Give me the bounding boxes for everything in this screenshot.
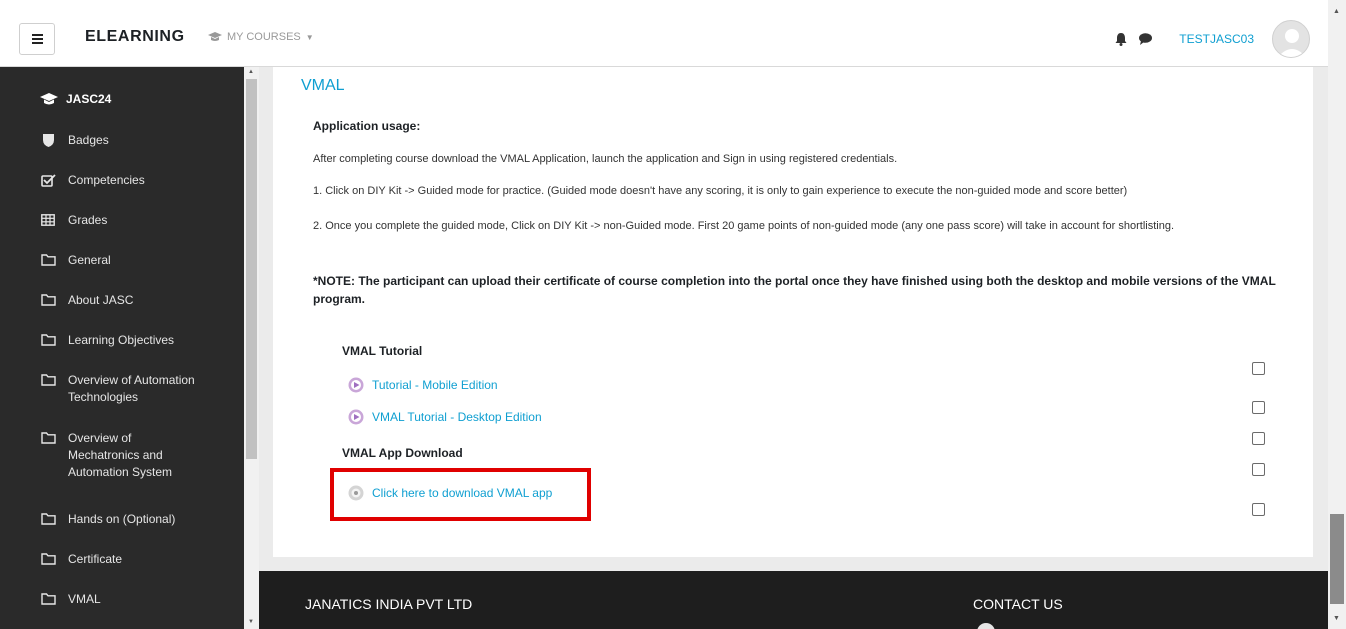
folder-icon: [40, 373, 56, 387]
scroll-down-arrow-icon[interactable]: ▼: [248, 619, 254, 625]
scroll-down-arrow-icon[interactable]: ▼: [1333, 615, 1340, 622]
instruction-paragraph: After completing course download the VMA…: [313, 153, 898, 165]
caret-down-icon: ▼: [305, 32, 314, 42]
sidebar-item-label: Grades: [68, 213, 108, 227]
sidebar-item-label: About JASC: [68, 293, 134, 307]
bell-icon[interactable]: [1113, 31, 1129, 47]
sidebar-item-label: Competencies: [68, 173, 145, 187]
menu-toggle-button[interactable]: [19, 23, 55, 55]
completion-checkbox[interactable]: [1252, 362, 1265, 375]
folder-icon: [40, 431, 56, 445]
sidebar-item-hands-on[interactable]: Hands on (Optional): [40, 511, 228, 528]
sidebar-item-about-jasc[interactable]: About JASC: [40, 292, 228, 309]
scroll-up-arrow-icon[interactable]: ▲: [248, 69, 254, 75]
page-scrollbar[interactable]: ▲ ▼: [1328, 0, 1346, 629]
shield-icon: [40, 133, 56, 147]
instruction-paragraph: 2. Once you complete the guided mode, Cl…: [313, 220, 1175, 232]
sidebar-item-label: Certificate: [68, 552, 123, 566]
sidebar-course-link[interactable]: JASC24: [40, 92, 111, 106]
my-courses-label: MY COURSES: [227, 31, 301, 43]
graduation-cap-icon: [208, 32, 222, 41]
sidebar-item-competencies[interactable]: Competencies: [40, 172, 228, 189]
tutorial-desktop-label: VMAL Tutorial - Desktop Edition: [372, 410, 542, 424]
video-activity-icon: [348, 377, 364, 393]
footer-company: JANATICS INDIA PVT LTD: [305, 596, 473, 612]
hamburger-icon: [31, 38, 43, 40]
tutorial-mobile-label: Tutorial - Mobile Edition: [372, 378, 498, 392]
completion-checkbox[interactable]: [1252, 503, 1265, 516]
page-scrollbar-thumb[interactable]: [1330, 514, 1344, 604]
section-title[interactable]: VMAL: [301, 77, 345, 95]
sidebar-item-label: Overview of Mechatronics and Automation …: [68, 431, 173, 479]
tutorial-heading: VMAL Tutorial: [342, 344, 423, 358]
sidebar-item-vmal[interactable]: VMAL: [40, 591, 228, 608]
sidebar-course-label: JASC24: [66, 92, 112, 106]
footer: JANATICS INDIA PVT LTD CONTACT US: [259, 571, 1328, 629]
table-icon: [40, 213, 56, 227]
top-navbar: ELEARNING MY COURSES ▼ TESTJASC03: [0, 0, 1328, 67]
instruction-paragraph: 1. Click on DIY Kit -> Guided mode for p…: [313, 185, 1128, 197]
site-brand[interactable]: ELEARNING: [85, 28, 185, 46]
sidebar-item-learning-objectives[interactable]: Learning Objectives: [40, 332, 228, 349]
avatar[interactable]: [1272, 20, 1310, 58]
sidebar-item-general[interactable]: General: [40, 252, 228, 269]
sidebar-item-label: Hands on (Optional): [68, 512, 176, 526]
my-courses-menu[interactable]: MY COURSES ▼: [208, 31, 314, 43]
completion-checkbox[interactable]: [1252, 463, 1265, 476]
completion-checkbox[interactable]: [1252, 432, 1265, 445]
graduation-cap-icon: [40, 92, 58, 104]
scroll-up-arrow-icon[interactable]: ▲: [1333, 8, 1340, 15]
sidebar: JASC24 Badges Competencies Grades Genera…: [0, 67, 259, 629]
sidebar-item-label: General: [68, 253, 111, 267]
folder-icon: [40, 293, 56, 307]
sidebar-scrollbar[interactable]: ▲ ▼: [244, 67, 259, 629]
sidebar-item-overview-mechatronics[interactable]: Overview of Mechatronics and Automation …: [40, 430, 203, 481]
checkbox-icon: [40, 173, 56, 187]
sidebar-scrollbar-thumb[interactable]: [246, 79, 257, 459]
footer-contact-heading: CONTACT US: [973, 596, 1063, 612]
sidebar-item-grades[interactable]: Grades: [40, 212, 228, 229]
sidebar-item-overview-automation[interactable]: Overview of Automation Technologies: [40, 372, 228, 406]
section-content: VMAL Application usage: After completing…: [273, 67, 1313, 557]
download-heading: VMAL App Download: [342, 446, 463, 460]
tutorial-mobile-link[interactable]: Tutorial - Mobile Edition: [348, 377, 498, 393]
folder-icon: [40, 333, 56, 347]
highlight-box: [330, 468, 591, 521]
sidebar-item-label: Badges: [68, 133, 109, 147]
folder-icon: [40, 253, 56, 267]
contact-icon: [977, 623, 995, 629]
sidebar-item-label: VMAL: [68, 592, 101, 606]
video-activity-icon: [348, 409, 364, 425]
completion-checkbox[interactable]: [1252, 401, 1265, 414]
app-usage-heading: Application usage:: [313, 119, 421, 133]
sidebar-item-label: Learning Objectives: [68, 333, 175, 347]
note-text: *NOTE: The participant can upload their …: [313, 274, 1276, 306]
sidebar-item-certificate[interactable]: Certificate: [40, 551, 228, 568]
sidebar-item-label: Overview of Automation Technologies: [68, 373, 195, 404]
user-menu-name[interactable]: TESTJASC03: [1179, 32, 1254, 46]
messages-icon[interactable]: [1137, 31, 1153, 47]
sidebar-item-badges[interactable]: Badges: [40, 132, 228, 149]
folder-icon: [40, 552, 56, 566]
folder-icon: [40, 512, 56, 526]
folder-icon: [40, 592, 56, 606]
tutorial-desktop-link[interactable]: VMAL Tutorial - Desktop Edition: [348, 409, 542, 425]
